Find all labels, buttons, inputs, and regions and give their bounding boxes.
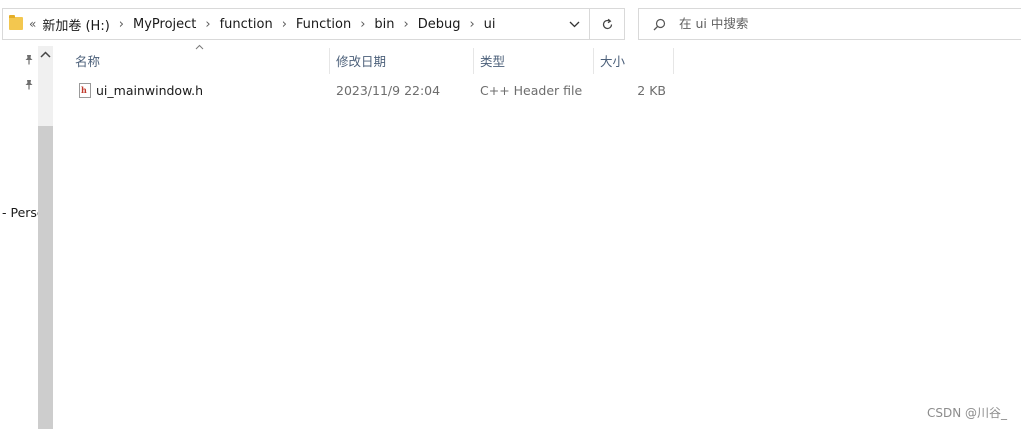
breadcrumb: « 新加卷 (H:) › MyProject › function › Func… bbox=[29, 9, 496, 39]
search-placeholder: 在 ui 中搜索 bbox=[679, 16, 749, 31]
column-header-type[interactable]: 类型 bbox=[473, 48, 593, 76]
file-modified: 2023/11/9 22:04 bbox=[336, 83, 441, 98]
navigation-pane: - Persc bbox=[0, 46, 54, 429]
folder-icon bbox=[9, 15, 23, 30]
breadcrumb-separator[interactable]: › bbox=[469, 17, 474, 32]
refresh-button[interactable] bbox=[590, 8, 625, 40]
watermark: CSDN @川谷_ bbox=[926, 406, 1007, 420]
breadcrumb-separator[interactable]: › bbox=[282, 17, 287, 32]
breadcrumb-debug[interactable]: Debug bbox=[418, 17, 461, 32]
column-header-size[interactable]: 大小 bbox=[593, 48, 673, 76]
file-type: C++ Header file bbox=[480, 83, 583, 98]
breadcrumb-separator[interactable]: › bbox=[119, 17, 124, 32]
address-bar[interactable]: « 新加卷 (H:) › MyProject › function › Func… bbox=[2, 8, 590, 40]
breadcrumb-function-upper[interactable]: Function bbox=[296, 17, 351, 32]
chevron-down-icon bbox=[569, 21, 579, 27]
breadcrumb-ui[interactable]: ui bbox=[484, 17, 496, 32]
breadcrumb-myproject[interactable]: MyProject bbox=[133, 17, 196, 32]
file-row[interactable]: h ui_mainwindow.h 2023/11/9 22:04 C++ He… bbox=[70, 80, 680, 102]
breadcrumb-separator[interactable]: › bbox=[205, 17, 210, 32]
search-icon bbox=[653, 18, 666, 31]
breadcrumb-separator[interactable]: › bbox=[360, 17, 365, 32]
breadcrumb-drive[interactable]: 新加卷 (H:) bbox=[42, 15, 109, 34]
address-history-dropdown[interactable] bbox=[567, 9, 581, 39]
nav-item-partial[interactable]: - Persc bbox=[2, 205, 38, 220]
nav-scrollbar-thumb[interactable] bbox=[38, 126, 53, 429]
column-divider[interactable] bbox=[673, 48, 674, 74]
file-size: 2 KB bbox=[637, 83, 666, 98]
cpp-header-file-icon: h bbox=[79, 83, 91, 98]
breadcrumb-function-lower[interactable]: function bbox=[220, 17, 273, 32]
refresh-icon bbox=[602, 18, 612, 29]
column-header-date[interactable]: 修改日期 bbox=[329, 48, 474, 76]
file-name[interactable]: ui_mainwindow.h bbox=[96, 80, 203, 102]
nav-scrollbar[interactable] bbox=[38, 46, 53, 429]
breadcrumb-bin[interactable]: bin bbox=[374, 17, 394, 32]
pin-icon[interactable] bbox=[24, 79, 34, 90]
column-header-name[interactable]: 名称 bbox=[68, 48, 330, 76]
search-input[interactable]: 在 ui 中搜索 bbox=[638, 8, 1021, 40]
breadcrumb-overflow-button[interactable]: « bbox=[29, 17, 36, 31]
pin-icon[interactable] bbox=[24, 54, 34, 65]
file-icon-label: h bbox=[81, 85, 87, 95]
breadcrumb-separator[interactable]: › bbox=[404, 17, 409, 32]
scroll-up-arrow-icon[interactable] bbox=[40, 51, 51, 58]
